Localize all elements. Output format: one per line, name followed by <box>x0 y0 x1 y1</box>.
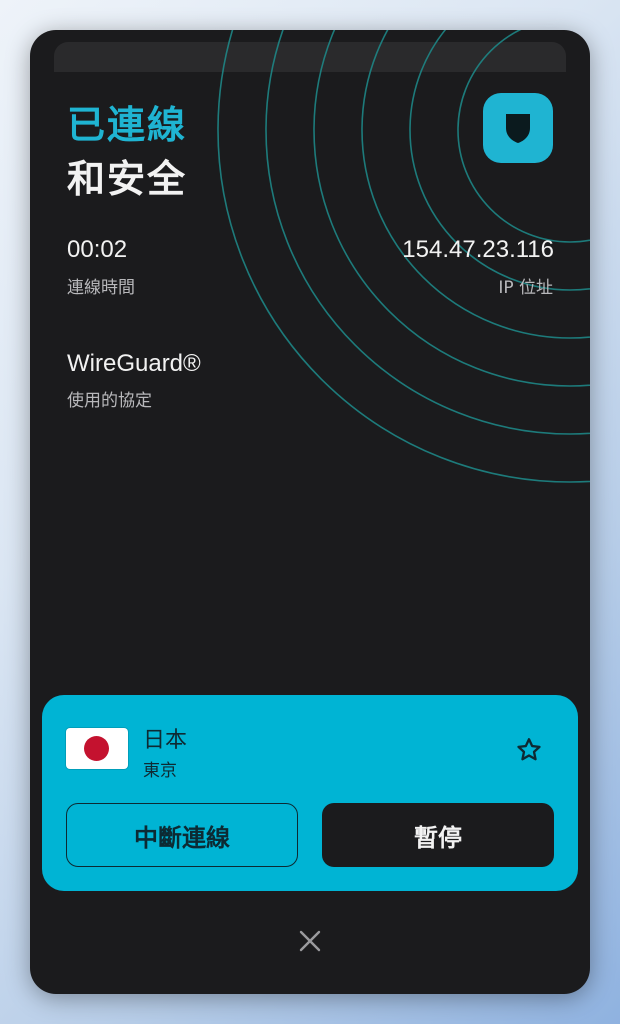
card-top-sheet <box>54 42 566 72</box>
favorite-button[interactable] <box>512 733 546 767</box>
vpn-badge <box>483 93 553 163</box>
close-button[interactable] <box>294 925 326 957</box>
protocol-label: 使用的協定 <box>67 391 152 411</box>
close-icon <box>299 930 321 952</box>
protocol-value: WireGuard® <box>67 350 201 377</box>
status-title-secure: 和安全 <box>67 157 188 201</box>
pause-button[interactable]: 暫停 <box>322 803 554 867</box>
city-name: 東京 <box>143 761 177 781</box>
japan-flag-icon <box>66 728 128 769</box>
connection-time-label: 連線時間 <box>67 278 135 298</box>
location-panel: 日本 東京 中斷連線 暫停 <box>42 695 578 891</box>
country-name: 日本 <box>143 728 188 753</box>
connection-card: 已連線 和安全 00:02 連線時間 154.47.23.116 IP 位址 W… <box>30 30 590 994</box>
flag-sun <box>84 736 109 761</box>
star-icon <box>517 738 541 761</box>
connection-time-value: 00:02 <box>67 236 128 263</box>
shield-icon <box>506 114 530 143</box>
status-title-connected: 已連線 <box>67 103 188 147</box>
ip-address-value: 154.47.23.116 <box>402 236 554 263</box>
ip-address-label: IP 位址 <box>498 278 553 298</box>
disconnect-button[interactable]: 中斷連線 <box>66 803 298 867</box>
